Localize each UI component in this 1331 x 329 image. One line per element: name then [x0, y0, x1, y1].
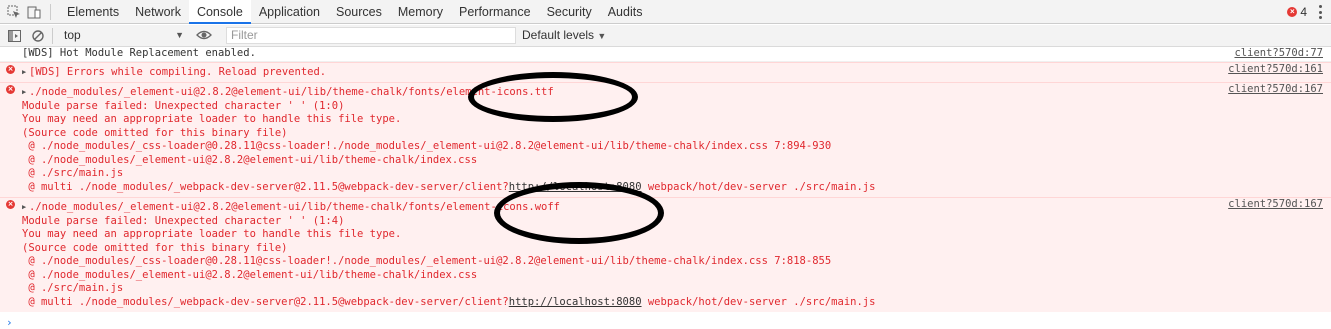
tab-sources[interactable]: Sources — [328, 0, 390, 24]
console-line: ▶ [WDS] Errors while compiling. Reload pr… — [22, 65, 327, 80]
console-line: @ ./node_modules/_element-ui@2.8.2@eleme… — [22, 268, 478, 281]
device-toolbar-icon[interactable] — [24, 0, 44, 24]
console-error-message[interactable]: × ▶ ./node_modules/_element-ui@2.8.2@eleme… — [0, 82, 1331, 197]
console-prompt[interactable]: › — [6, 316, 13, 329]
source-link[interactable]: client?570d:167 — [1228, 83, 1323, 97]
log-levels-dropdown[interactable]: Default levels ▼ — [522, 25, 606, 46]
source-link[interactable]: client?570d:77 — [1234, 47, 1323, 61]
context-selector[interactable]: top ▼ — [64, 25, 184, 46]
source-link[interactable]: client?570d:167 — [1228, 198, 1323, 212]
toolbar-divider — [52, 27, 53, 44]
inspect-element-icon[interactable] — [4, 0, 24, 24]
localhost-link[interactable]: http://localhost:8080 — [509, 181, 642, 193]
dropdown-arrow-icon: ▼ — [175, 30, 184, 40]
expand-triangle-icon[interactable]: ▶ — [22, 66, 29, 80]
console-line: (Source code omitted for this binary fil… — [22, 126, 288, 139]
console-line: You may need an appropriate loader to ha… — [22, 228, 402, 240]
localhost-link[interactable]: http://localhost:8080 — [509, 296, 642, 308]
console-line: (Source code omitted for this binary fil… — [22, 241, 288, 254]
source-link[interactable]: client?570d:161 — [1228, 63, 1323, 77]
error-count: 4 — [1300, 5, 1307, 19]
tab-security[interactable]: Security — [539, 0, 600, 24]
error-icon: × — [6, 64, 15, 74]
log-levels-label: Default levels — [522, 28, 595, 42]
error-icon: × — [6, 200, 15, 209]
error-icon: × — [6, 85, 15, 94]
eye-icon[interactable] — [196, 28, 212, 45]
console-line: ▶ ./node_modules/_element-ui@2.8.2@elemen… — [22, 201, 561, 215]
console-toolbar: top ▼ Filter Default levels ▼ — [0, 25, 1331, 47]
tab-elements[interactable]: Elements — [59, 0, 127, 24]
console-error-message[interactable]: × ▶ ./node_modules/_element-ui@2.8.2@eleme… — [0, 197, 1331, 312]
toolbar-divider — [50, 3, 51, 20]
console-line: @ ./node_modules/_element-ui@2.8.2@eleme… — [22, 153, 478, 166]
error-icon: × — [1287, 7, 1298, 17]
console-line: @ multi ./node_modules/_webpack-dev-serv… — [22, 180, 876, 193]
console-line: @ ./node_modules/_css-loader@0.28.11@css… — [22, 255, 832, 267]
console-line: Module parse failed: Unexpected characte… — [22, 214, 345, 227]
expand-triangle-icon[interactable]: ▶ — [22, 86, 29, 100]
console-line: Module parse failed: Unexpected characte… — [22, 99, 345, 112]
more-options-icon[interactable] — [1319, 5, 1323, 19]
context-value: top — [64, 28, 81, 42]
console-line: @ ./src/main.js — [22, 167, 124, 179]
console-line: You may need an appropriate loader to ha… — [22, 113, 402, 125]
console-line: ▶ ./node_modules/_element-ui@2.8.2@elemen… — [22, 86, 554, 100]
tab-memory[interactable]: Memory — [390, 0, 451, 24]
console-info-message[interactable]: [WDS] Hot Module Replacement enabled. cli… — [0, 47, 1331, 62]
clear-console-icon[interactable] — [28, 24, 48, 48]
console-messages: [WDS] Hot Module Replacement enabled. cli… — [0, 47, 1331, 312]
expand-triangle-icon[interactable]: ▶ — [22, 201, 29, 215]
tab-performance[interactable]: Performance — [451, 0, 539, 24]
error-count-badge[interactable]: × 4 — [1287, 0, 1307, 24]
devtools-tabbar: Elements Network Console Application Sou… — [0, 0, 1331, 24]
console-line: @ ./src/main.js — [22, 282, 124, 294]
console-line: @ multi ./node_modules/_webpack-dev-serv… — [22, 295, 876, 308]
tab-audits[interactable]: Audits — [600, 0, 651, 24]
dropdown-arrow-icon: ▼ — [597, 31, 607, 41]
tab-console[interactable]: Console — [188, 0, 251, 24]
sidebar-toggle-icon[interactable] — [4, 24, 24, 48]
console-line: @ ./node_modules/_css-loader@0.28.11@css… — [22, 140, 832, 152]
filter-input[interactable]: Filter — [226, 27, 516, 44]
tab-network[interactable]: Network — [127, 0, 189, 24]
console-error-message[interactable]: × ▶ [WDS] Errors while compiling. Reload p… — [0, 61, 1331, 82]
tab-application[interactable]: Application — [251, 0, 328, 24]
console-line: [WDS] Hot Module Replacement enabled. — [22, 47, 256, 59]
